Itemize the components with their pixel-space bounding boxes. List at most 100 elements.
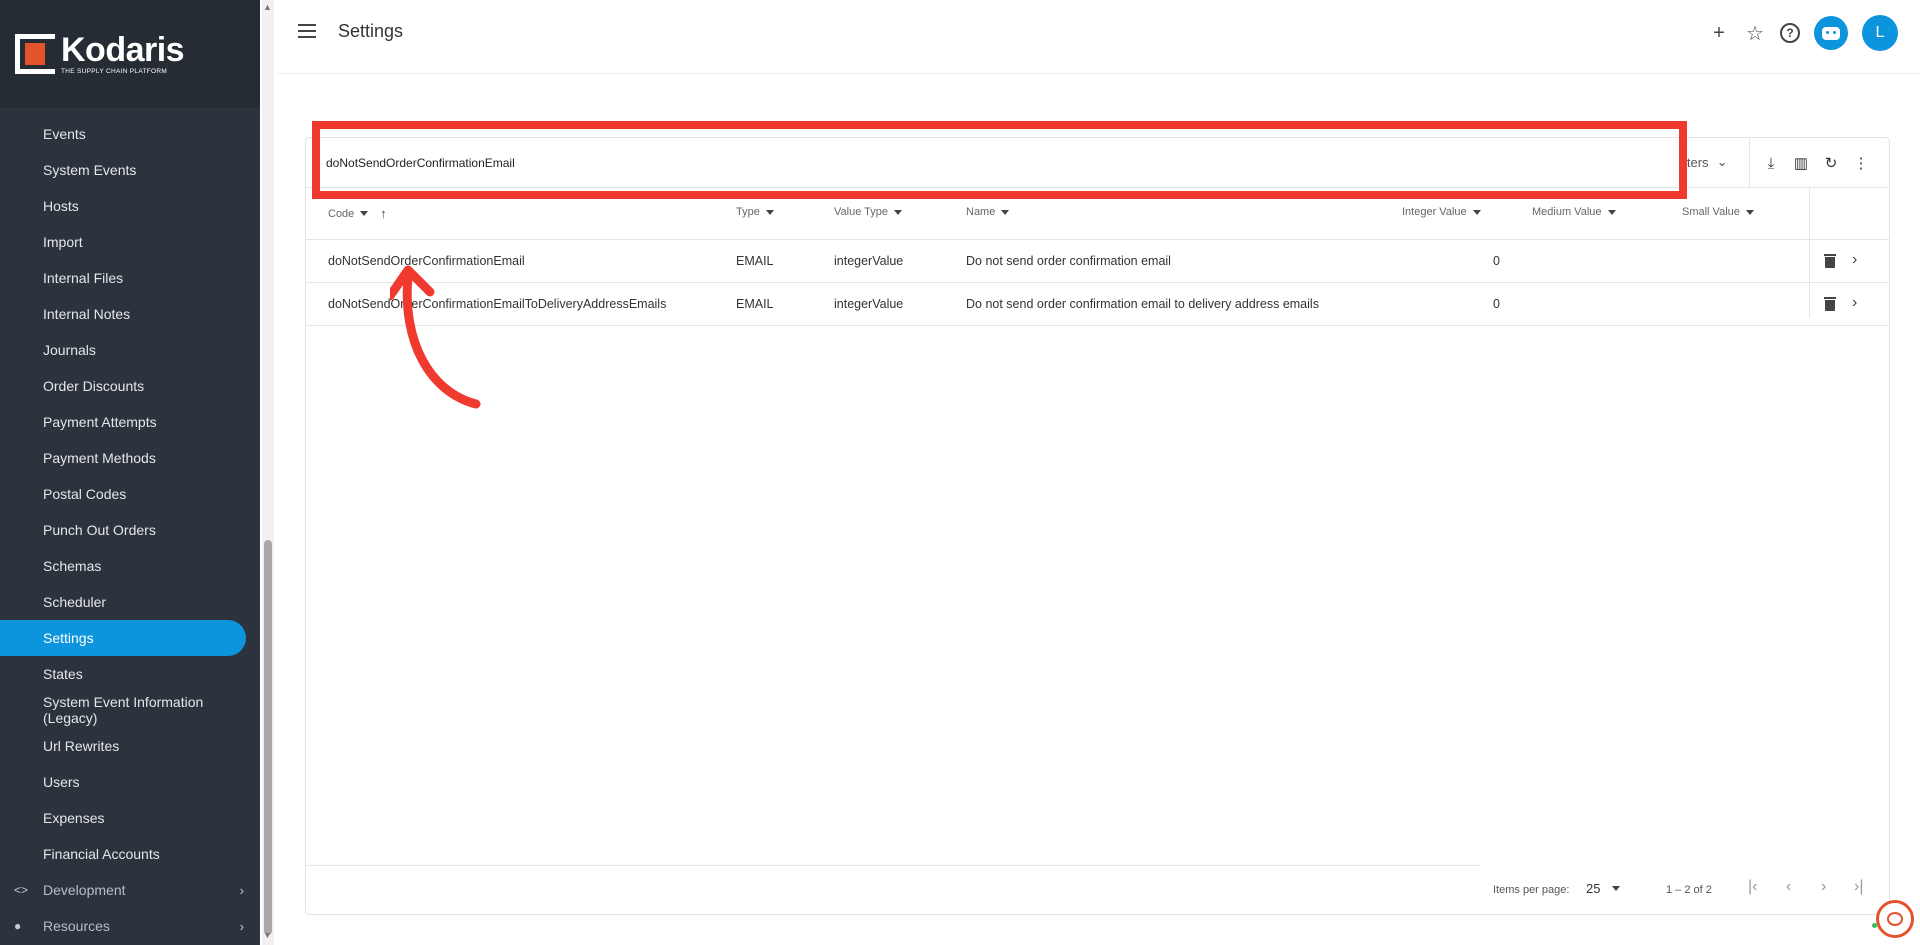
sidebar-nav: Events System Events Hosts Import Intern…	[0, 116, 260, 944]
column-header-name[interactable]: Name	[966, 206, 1010, 218]
sidebar-item-url-rewrites[interactable]: Url Rewrites	[0, 728, 260, 764]
column-header-label: Type	[736, 206, 760, 218]
items-per-page-value: 25	[1586, 881, 1601, 896]
cell-type: EMAIL	[736, 297, 774, 311]
sidebar-scrollbar-thumb[interactable]	[264, 540, 272, 935]
delete-icon[interactable]	[1824, 253, 1836, 268]
sidebar-item-postal-codes[interactable]: Postal Codes	[0, 476, 260, 512]
last-page-icon[interactable]: ›|	[1854, 878, 1863, 896]
help-icon[interactable]: ?	[1780, 23, 1800, 43]
column-header-integer-value[interactable]: Integer Value	[1402, 206, 1481, 218]
cell-type: EMAIL	[736, 254, 774, 268]
column-header-small-value[interactable]: Small Value	[1682, 206, 1754, 218]
table-toolbar: lters ⌄ ⤓ ▥ ↻ ⋮	[306, 138, 1889, 188]
chevron-right-icon: ›	[239, 918, 244, 934]
previous-page-icon[interactable]: ‹	[1786, 878, 1791, 896]
top-header: Settings + ☆ ? L	[276, 0, 1920, 74]
column-header-label: Value Type	[834, 206, 889, 218]
sidebar-group-resources[interactable]: ● Resources ›	[0, 908, 260, 944]
caret-down-icon[interactable]	[360, 211, 369, 216]
caret-down-icon[interactable]	[1001, 209, 1010, 215]
caret-down-icon	[1612, 886, 1621, 891]
kodaris-logo[interactable]: Kodaris THE SUPPLY CHAIN PLATFORM	[0, 0, 260, 108]
caret-down-icon[interactable]	[894, 209, 903, 215]
sidebar-item-hosts[interactable]: Hosts	[0, 188, 260, 224]
chevron-right-icon[interactable]: ›	[1852, 294, 1857, 312]
cell-integer-value: 0	[1493, 254, 1500, 268]
more-vert-icon[interactable]: ⋮	[1851, 153, 1871, 173]
next-page-icon[interactable]: ›	[1821, 878, 1826, 896]
sidebar-item-system-events[interactable]: System Events	[0, 152, 260, 188]
search-input[interactable]	[326, 152, 1626, 174]
sidebar-item-scheduler[interactable]: Scheduler	[0, 584, 260, 620]
download-icon[interactable]: ⤓	[1761, 153, 1781, 173]
logo-name: Kodaris	[61, 31, 185, 69]
sidebar-item-import[interactable]: Import	[0, 224, 260, 260]
table-row[interactable]: doNotSendOrderConfirmationEmail EMAIL in…	[306, 240, 1889, 283]
sidebar-item-payment-methods[interactable]: Payment Methods	[0, 440, 260, 476]
cell-value-type: integerValue	[834, 297, 904, 311]
column-header-medium-value[interactable]: Medium Value	[1532, 206, 1616, 218]
columns-icon[interactable]: ▥	[1791, 153, 1811, 173]
sidebar-item-punch-out-orders[interactable]: Punch Out Orders	[0, 512, 260, 548]
column-header-type[interactable]: Type	[736, 206, 774, 218]
cell-name: Do not send order confirmation email	[966, 254, 1171, 268]
paginator: Items per page: 25 1 – 2 of 2 |‹ ‹ › ›|	[306, 866, 1889, 914]
sidebar-item-payment-attempts[interactable]: Payment Attempts	[0, 404, 260, 440]
sidebar-item-users[interactable]: Users	[0, 764, 260, 800]
star-icon[interactable]: ☆	[1744, 22, 1766, 45]
items-per-page-label: Items per page:	[1493, 884, 1570, 896]
help-circle-icon: ●	[14, 919, 22, 933]
sidebar-item-schemas[interactable]: Schemas	[0, 548, 260, 584]
sidebar-item-internal-notes[interactable]: Internal Notes	[0, 296, 260, 332]
bot-icon[interactable]	[1814, 16, 1848, 50]
filters-button[interactable]: lters ⌄	[1684, 154, 1727, 170]
sidebar-group-development[interactable]: <> Development ›	[0, 872, 260, 908]
settings-table-card: lters ⌄ ⤓ ▥ ↻ ⋮ Code ↑ Type Value Type N…	[305, 137, 1890, 915]
cell-name: Do not send order confirmation email to …	[966, 297, 1319, 311]
cell-integer-value: 0	[1493, 297, 1500, 311]
scroll-down-arrow-icon[interactable]: ▼	[263, 930, 272, 940]
sidebar-item-order-discounts[interactable]: Order Discounts	[0, 368, 260, 404]
sidebar-group-label: Resources	[43, 918, 110, 934]
caret-down-icon[interactable]	[765, 209, 774, 215]
code-icon: <>	[14, 883, 29, 897]
sidebar-item-settings[interactable]: Settings	[0, 620, 246, 656]
column-header-label: Medium Value	[1532, 206, 1602, 218]
cell-value-type: integerValue	[834, 254, 904, 268]
sidebar-item-system-event-information[interactable]: System Event Information (Legacy)	[0, 692, 260, 728]
hamburger-menu-icon[interactable]	[298, 24, 316, 38]
sidebar-item-financial-accounts[interactable]: Financial Accounts	[0, 836, 260, 872]
column-header-value-type[interactable]: Value Type	[834, 206, 903, 218]
sidebar-item-journals[interactable]: Journals	[0, 332, 260, 368]
toolbar-divider	[1749, 138, 1750, 188]
chevron-right-icon: ›	[239, 882, 244, 898]
sort-ascending-icon[interactable]: ↑	[380, 206, 387, 221]
caret-down-icon[interactable]	[1472, 209, 1481, 215]
column-header-code[interactable]: Code ↑	[328, 206, 387, 221]
items-per-page-select[interactable]: 25	[1586, 881, 1621, 896]
refresh-icon[interactable]: ↻	[1821, 153, 1841, 173]
delete-icon[interactable]	[1824, 296, 1836, 311]
column-header-label: Code	[328, 207, 355, 220]
logo-tagline: THE SUPPLY CHAIN PLATFORM	[61, 68, 168, 75]
table-header-row: Code ↑ Type Value Type Name Integer Valu…	[306, 188, 1889, 240]
sidebar-item-expenses[interactable]: Expenses	[0, 800, 260, 836]
kodaris-logo-mark	[15, 34, 55, 74]
chat-support-icon[interactable]	[1876, 900, 1914, 938]
sidebar-item-states[interactable]: States	[0, 656, 260, 692]
sidebar-item-internal-files[interactable]: Internal Files	[0, 260, 260, 296]
caret-down-icon[interactable]	[1607, 209, 1616, 215]
table-row[interactable]: doNotSendOrderConfirmationEmailToDeliver…	[306, 283, 1889, 326]
cell-code: doNotSendOrderConfirmationEmail	[328, 254, 525, 268]
first-page-icon[interactable]: |‹	[1748, 878, 1757, 896]
chevron-right-icon[interactable]: ›	[1852, 251, 1857, 269]
sidebar-item-events[interactable]: Events	[0, 116, 260, 152]
cell-code: doNotSendOrderConfirmationEmailToDeliver…	[328, 297, 667, 311]
plus-icon[interactable]: +	[1708, 22, 1730, 44]
scroll-up-arrow-icon[interactable]: ▲	[263, 2, 272, 12]
user-avatar[interactable]: L	[1862, 15, 1898, 51]
caret-down-icon[interactable]	[1745, 209, 1754, 215]
chevron-down-icon: ⌄	[1716, 154, 1728, 169]
column-header-label: Name	[966, 206, 996, 218]
